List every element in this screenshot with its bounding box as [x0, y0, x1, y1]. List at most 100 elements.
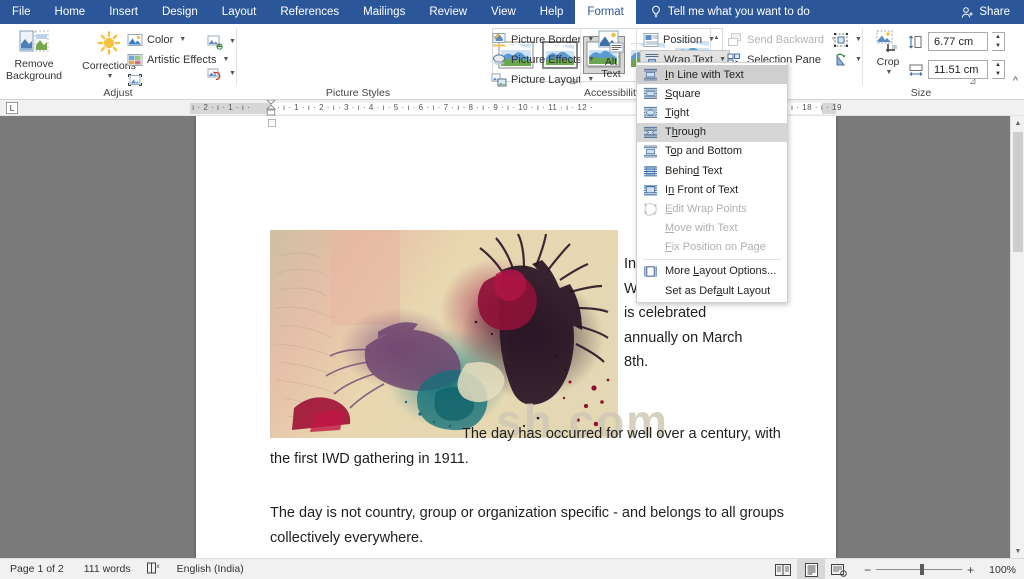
- align-objects-button[interactable]: ▼: [830, 30, 865, 49]
- ribbon-group-accessibility: Alt Text Accessibility: [584, 24, 642, 100]
- tell-me-search[interactable]: Tell me what you want to do: [636, 0, 820, 24]
- shape-width-field[interactable]: 11.51 cm ▲ ▼: [908, 60, 1005, 79]
- paragraph-anchor-marker: [268, 119, 276, 127]
- zoom-track[interactable]: [876, 564, 963, 575]
- share-button[interactable]: Share: [955, 0, 1016, 24]
- vertical-scrollbar[interactable]: ▲ ▼: [1010, 116, 1024, 558]
- menu-item-square[interactable]: Square: [637, 84, 787, 103]
- height-spinner[interactable]: ▲ ▼: [992, 32, 1005, 51]
- proofing-status-button[interactable]: x: [141, 562, 167, 577]
- width-value[interactable]: 11.51 cm: [928, 60, 988, 79]
- tab-design[interactable]: Design: [150, 0, 210, 24]
- color-button[interactable]: Color ▼: [124, 30, 189, 49]
- chevron-down-icon: ▼: [222, 56, 230, 63]
- menu-item-more-layout-options[interactable]: More Layout Options...: [637, 262, 787, 281]
- crop-button[interactable]: Crop ▼: [870, 30, 906, 76]
- zoom-level[interactable]: 100%: [985, 564, 1024, 576]
- second-paragraph: The day is not country, group or organiz…: [270, 501, 790, 550]
- menu-item-tight[interactable]: Tight: [637, 103, 787, 122]
- reset-picture-button[interactable]: ▼: [204, 64, 239, 83]
- ruler-right-ticks: · ı · 1 · ı · 2 · ı · 3 · ı · 4 · ı · 5 …: [277, 103, 594, 112]
- tab-insert[interactable]: Insert: [97, 0, 150, 24]
- menu-item-label: More Layout Options...: [665, 265, 777, 278]
- group-label-size: Size: [910, 87, 932, 99]
- zoom-out-button[interactable]: −: [859, 563, 876, 577]
- menu-item-label: Square: [665, 87, 701, 100]
- language-indicator[interactable]: English (India): [167, 563, 254, 575]
- ribbon-group-adjust: Remove Background Corrections ▼ Color ▼ …: [0, 24, 236, 100]
- horizontal-ruler[interactable]: L ı · 2 · ı · 1 · ı · · ı · 1 · ı · 2 · …: [0, 100, 1024, 116]
- spin-down-arrow[interactable]: ▼: [992, 42, 1004, 51]
- word-count[interactable]: 111 words: [74, 563, 141, 575]
- picture-effects-label: Picture Effects: [511, 53, 582, 66]
- read-mode-view-button[interactable]: [769, 559, 797, 579]
- collapse-ribbon-button[interactable]: ^: [1013, 75, 1018, 87]
- word-window: File Home Insert Design Layout Reference…: [0, 0, 1024, 579]
- tab-mailings[interactable]: Mailings: [351, 0, 417, 24]
- change-picture-button[interactable]: ▼: [204, 32, 239, 51]
- brightness-icon: [97, 31, 121, 55]
- color-label: Color: [147, 33, 174, 46]
- scroll-up-arrow[interactable]: ▲: [1011, 116, 1024, 130]
- tab-references[interactable]: References: [268, 0, 351, 24]
- scrollbar-thumb[interactable]: [1013, 132, 1023, 252]
- scroll-down-arrow[interactable]: ▼: [1011, 544, 1024, 558]
- alt-text-button[interactable]: Alt Text: [590, 30, 632, 80]
- wrap-text-dropdown-menu[interactable]: In Line with Text Square Tight Through T…: [636, 62, 788, 304]
- width-spinner[interactable]: ▲ ▼: [992, 60, 1005, 79]
- continuation-paragraph: The day has occurred for well over a cen…: [270, 422, 790, 471]
- menu-item-label: In Line with Text: [665, 68, 744, 81]
- picture-border-label: Picture Border: [511, 33, 582, 46]
- tab-home[interactable]: Home: [43, 0, 98, 24]
- picture-border-icon: [492, 32, 506, 46]
- wrap-tight-icon: [643, 107, 658, 119]
- zoom-slider[interactable]: − +: [859, 563, 979, 577]
- picture-styles-dialog-launcher[interactable]: ⊿: [569, 76, 577, 87]
- menu-item-top-and-bottom[interactable]: Top and Bottom: [637, 142, 787, 161]
- tab-file[interactable]: File: [0, 0, 43, 24]
- spin-up-arrow[interactable]: ▲: [992, 33, 1004, 42]
- menu-item-in-front-of-text[interactable]: In Front of Text: [637, 180, 787, 199]
- share-label: Share: [979, 6, 1010, 18]
- tab-view[interactable]: View: [479, 0, 528, 24]
- wrap-topbottom-icon: [643, 145, 658, 158]
- ribbon-group-picture-styles: ▲ ▼ ▤ Picture Border ▼ Pictu: [240, 24, 723, 100]
- rotate-objects-button[interactable]: ▼: [830, 50, 865, 69]
- tab-label: Layout: [221, 6, 257, 18]
- tab-help[interactable]: Help: [528, 0, 576, 24]
- group-separator: [236, 28, 237, 85]
- alt-text-label-1: Alt: [604, 56, 618, 68]
- zoom-in-button[interactable]: +: [962, 563, 979, 577]
- menu-item-through[interactable]: Through: [637, 122, 787, 142]
- shape-height-field[interactable]: 6.77 cm ▲ ▼: [908, 32, 1005, 51]
- wrap-infront-icon: [643, 185, 658, 196]
- position-button[interactable]: Position ▼: [640, 30, 718, 49]
- tab-format[interactable]: Format: [575, 0, 636, 24]
- tab-label: References: [280, 6, 340, 18]
- size-dialog-launcher[interactable]: ⊿: [969, 76, 977, 87]
- crop-label: Crop: [876, 56, 900, 68]
- chevron-down-icon: ▼: [855, 56, 862, 63]
- tab-stop-selector[interactable]: L: [6, 102, 18, 114]
- height-value[interactable]: 6.77 cm: [928, 32, 988, 51]
- tab-layout[interactable]: Layout: [210, 0, 269, 24]
- menu-item-in-line-with-text[interactable]: In Line with Text: [637, 65, 787, 85]
- spin-up-arrow[interactable]: ▲: [992, 61, 1004, 70]
- ribbon: Remove Background Corrections ▼ Color ▼ …: [0, 24, 1024, 100]
- inserted-picture[interactable]: [270, 230, 618, 438]
- abstract-paint-splash-image: [270, 230, 618, 438]
- picture-effects-button[interactable]: Picture Effects ▼: [488, 50, 598, 69]
- page-indicator[interactable]: Page 1 of 2: [0, 563, 74, 575]
- group-label-accessibility: Accessibility: [584, 87, 642, 99]
- print-layout-view-button[interactable]: [797, 559, 826, 579]
- menu-item-behind-text[interactable]: Behind Text: [637, 161, 787, 180]
- indent-markers[interactable]: [266, 100, 276, 116]
- send-backward-label: Send Backward: [747, 33, 825, 46]
- menu-item-set-as-default-layout[interactable]: Set as Default Layout: [637, 281, 787, 300]
- menu-item-label: Behind Text: [665, 164, 723, 177]
- tab-review[interactable]: Review: [417, 0, 479, 24]
- zoom-knob[interactable]: [920, 564, 925, 575]
- spin-down-arrow[interactable]: ▼: [992, 70, 1004, 79]
- web-layout-view-button[interactable]: [825, 559, 853, 579]
- remove-background-button[interactable]: Remove Background: [6, 30, 62, 82]
